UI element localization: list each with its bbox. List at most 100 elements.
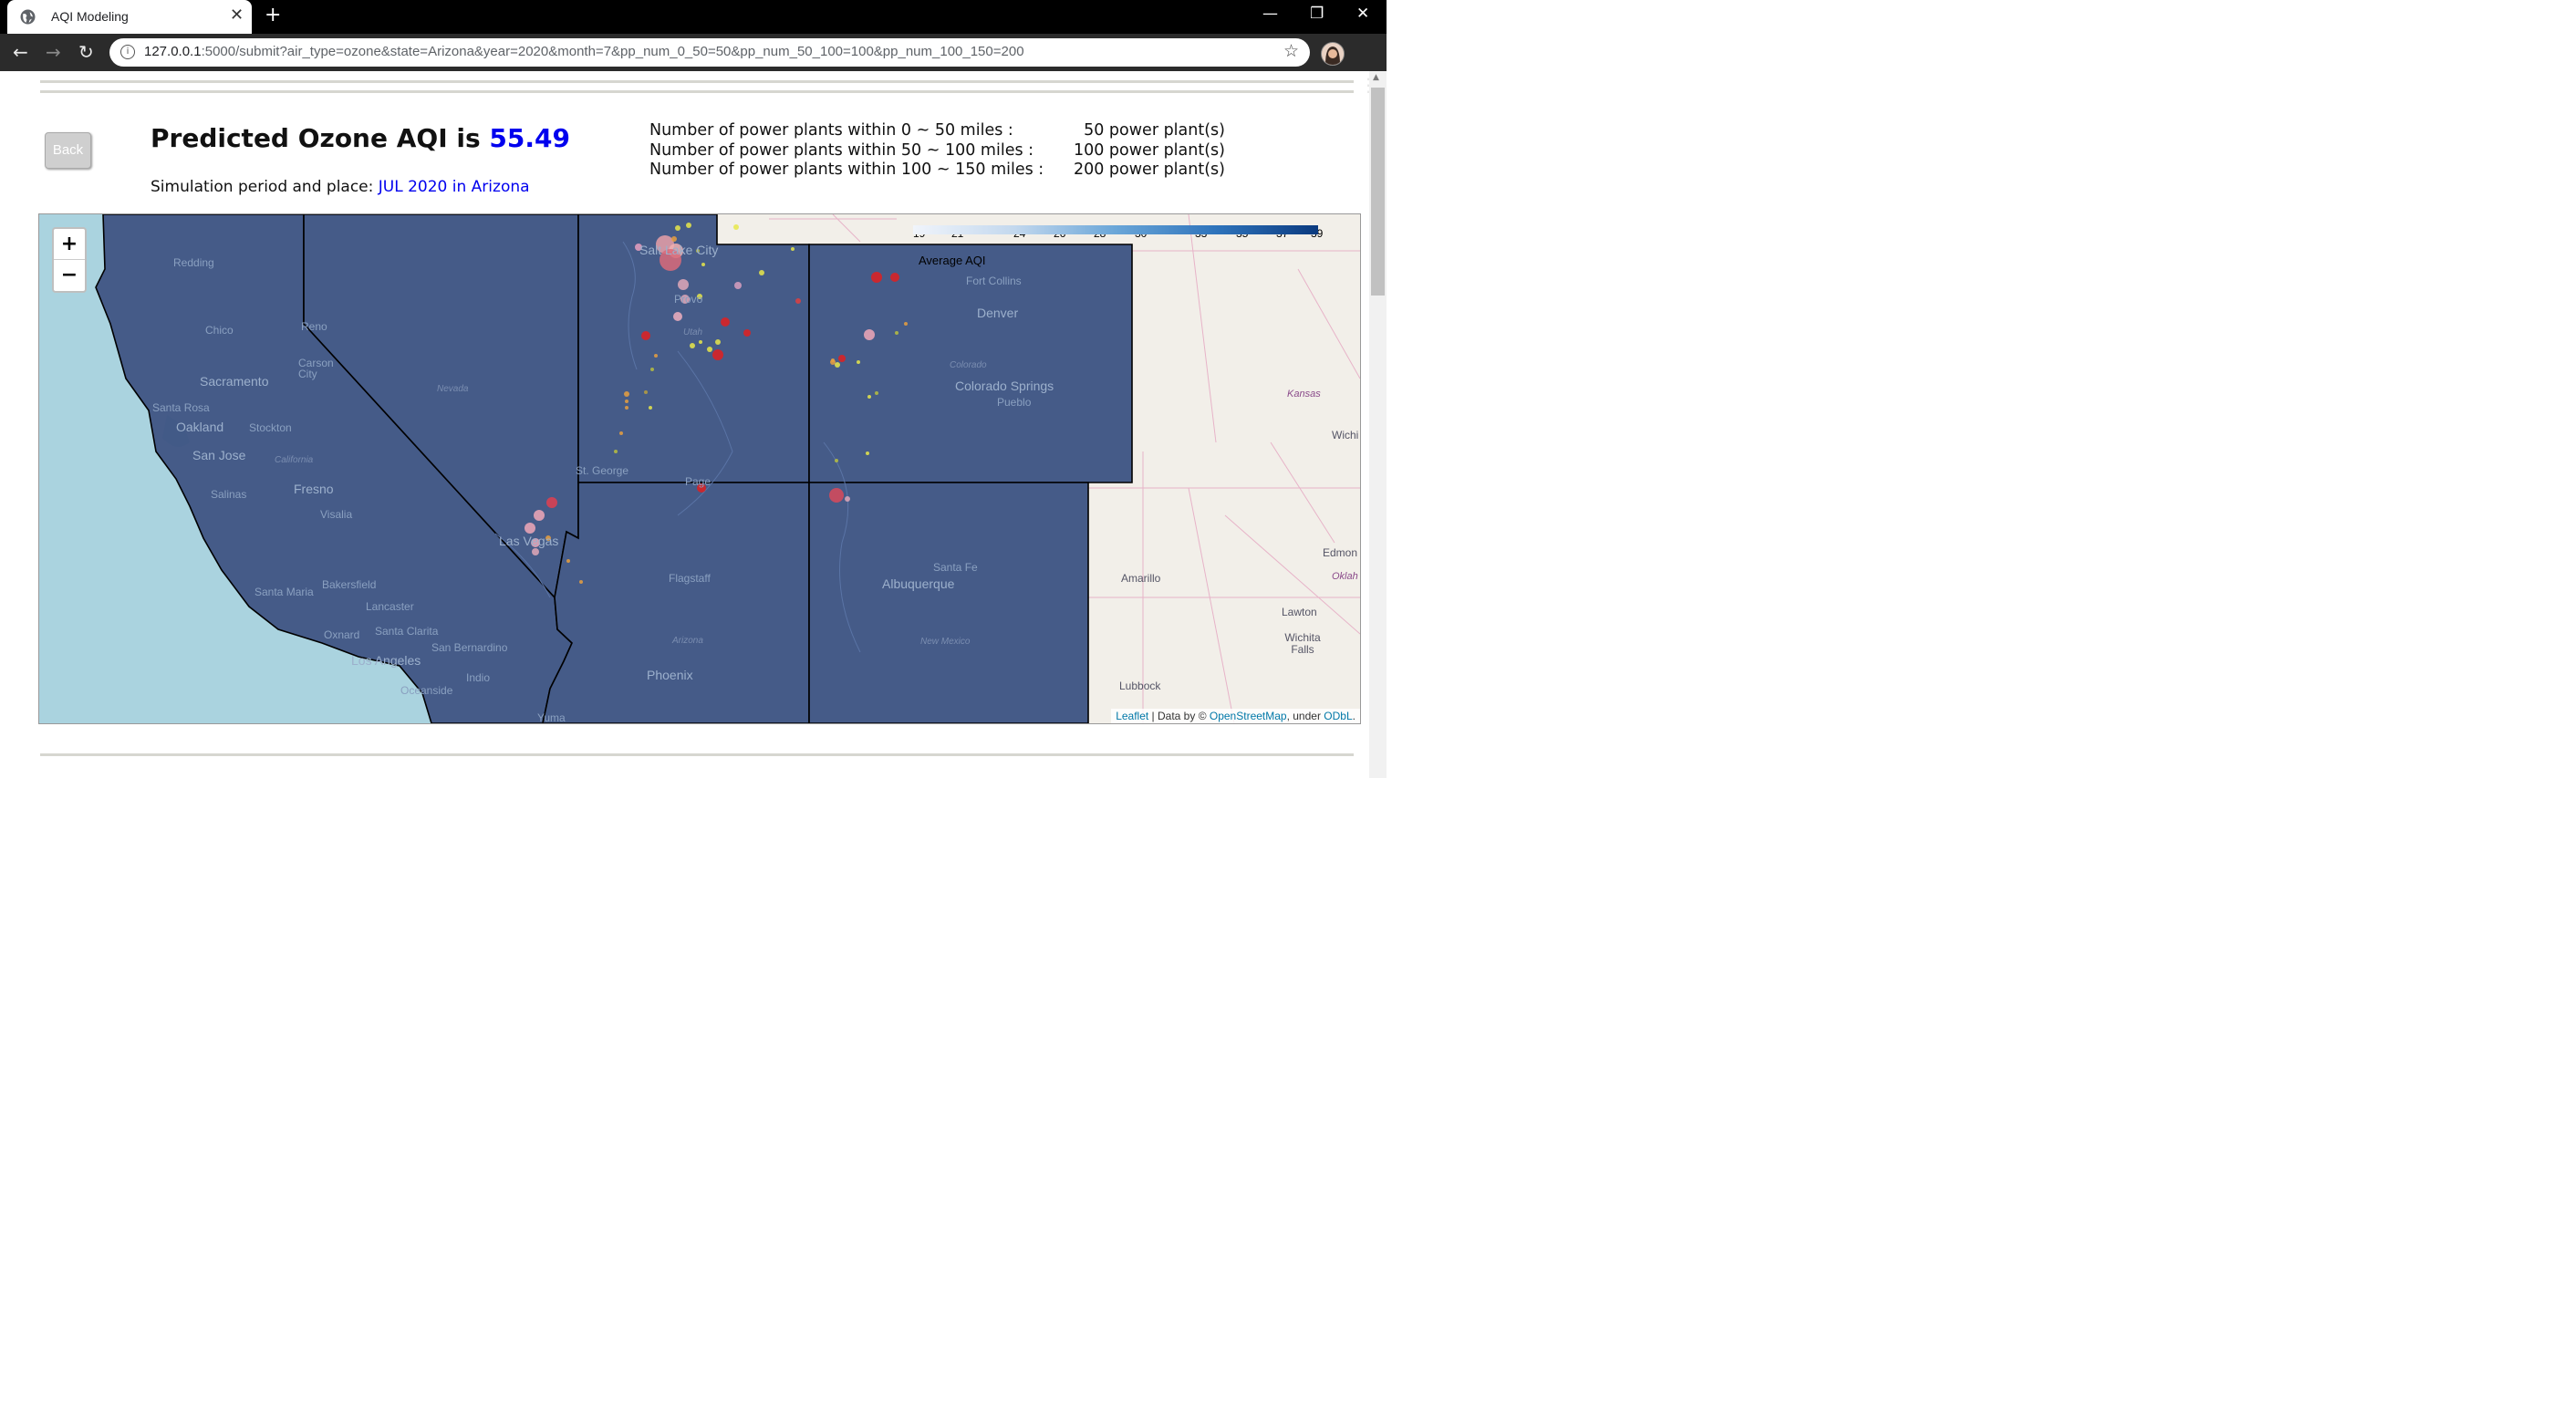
- power-plant-marker[interactable]: [864, 329, 875, 340]
- address-bar[interactable]: i 127.0.0.1:5000/submit?air_type=ozone&s…: [109, 38, 1310, 67]
- url-path: :5000/submit?air_type=ozone&state=Arizon…: [201, 44, 1024, 59]
- power-plant-marker[interactable]: [641, 331, 650, 340]
- restore-button[interactable]: ❐: [1310, 5, 1324, 23]
- city-label: Wichita Falls: [1284, 631, 1321, 656]
- power-plant-marker[interactable]: [871, 272, 882, 283]
- power-plant-marker[interactable]: [875, 391, 878, 395]
- city-label: Los Angeles: [351, 653, 421, 668]
- back-arrow-icon[interactable]: ←: [13, 41, 28, 63]
- forward-arrow-icon[interactable]: →: [46, 41, 61, 63]
- tab-close-icon[interactable]: ✕: [230, 5, 244, 25]
- power-plant-marker[interactable]: [624, 391, 629, 397]
- power-plant-marker[interactable]: [721, 317, 730, 327]
- power-plant-marker[interactable]: [866, 451, 869, 455]
- power-plant-marker[interactable]: [525, 523, 535, 534]
- power-plant-marker[interactable]: [654, 354, 658, 358]
- back-button[interactable]: Back: [45, 132, 91, 169]
- map-canvas[interactable]: [39, 214, 1360, 723]
- power-plant-marker[interactable]: [625, 406, 628, 410]
- power-plant-marker[interactable]: [566, 559, 570, 563]
- power-plant-marker[interactable]: [835, 459, 838, 462]
- url-text[interactable]: 127.0.0.1:5000/submit?air_type=ozone&sta…: [144, 44, 1024, 59]
- power-plant-marker[interactable]: [895, 331, 898, 335]
- power-plant-marker[interactable]: [619, 431, 623, 435]
- city-label: Wichi: [1332, 429, 1359, 441]
- city-label: Provo: [674, 293, 703, 306]
- leaflet-link[interactable]: Leaflet: [1116, 710, 1148, 722]
- power-plant-marker[interactable]: [831, 358, 835, 362]
- zoom-out-button[interactable]: −: [54, 259, 85, 290]
- city-label: Indio: [466, 671, 491, 684]
- power-plant-marker[interactable]: [671, 236, 677, 242]
- power-plant-marker[interactable]: [699, 340, 702, 344]
- power-plant-marker[interactable]: [857, 360, 860, 364]
- power-plant-marker[interactable]: [678, 279, 689, 290]
- power-plant-marker[interactable]: [579, 580, 583, 584]
- power-plant-marker[interactable]: [534, 510, 545, 521]
- state-label: New Mexico: [920, 637, 971, 647]
- browser-tab[interactable]: AQI Modeling ✕: [7, 0, 252, 34]
- power-plant-marker[interactable]: [838, 355, 846, 362]
- aqi-value: 55.49: [489, 123, 570, 153]
- power-plant-marker[interactable]: [835, 362, 840, 368]
- attribution-text: .: [1352, 710, 1356, 722]
- arizona-region: [542, 482, 810, 723]
- minimize-button[interactable]: —: [1262, 5, 1278, 23]
- power-plant-marker[interactable]: [795, 298, 801, 304]
- power-plant-marker[interactable]: [733, 224, 739, 230]
- city-label: Bakersfield: [322, 578, 377, 591]
- scrollbar-thumb[interactable]: [1371, 88, 1385, 296]
- divider: [40, 753, 1354, 756]
- power-plant-marker[interactable]: [675, 225, 680, 231]
- power-plant-marker[interactable]: [625, 400, 628, 403]
- power-plant-marker[interactable]: [829, 488, 844, 503]
- power-plant-marker[interactable]: [644, 390, 648, 394]
- power-plant-marker[interactable]: [904, 322, 908, 326]
- zoom-in-button[interactable]: +: [54, 229, 85, 259]
- reload-icon[interactable]: ↻: [78, 41, 94, 63]
- power-plant-marker[interactable]: [546, 497, 557, 508]
- power-plant-marker[interactable]: [649, 406, 652, 410]
- power-plant-marker[interactable]: [650, 368, 654, 371]
- power-plant-marker[interactable]: [890, 273, 899, 282]
- city-label: Pueblo: [997, 396, 1032, 409]
- city-label: St. George: [576, 464, 629, 477]
- power-plant-marker[interactable]: [867, 395, 871, 399]
- power-plant-marker[interactable]: [707, 347, 712, 352]
- avatar-image: [1322, 43, 1344, 65]
- osm-link[interactable]: OpenStreetMap: [1210, 710, 1287, 722]
- city-label: Salinas: [211, 488, 247, 501]
- city-label: Edmon: [1323, 546, 1358, 559]
- city-label: Oakland: [176, 420, 224, 434]
- city-label: Flagstaff: [669, 572, 711, 585]
- odbl-link[interactable]: ODbL: [1324, 710, 1352, 722]
- profile-avatar[interactable]: [1321, 42, 1345, 66]
- power-plant-marker[interactable]: [701, 263, 705, 266]
- power-plant-marker[interactable]: [686, 223, 691, 228]
- city-label: Salt Lake City: [639, 243, 719, 257]
- power-plant-marker[interactable]: [673, 312, 682, 321]
- power-plant-marker[interactable]: [845, 496, 850, 502]
- new-tab-button[interactable]: +: [265, 4, 281, 26]
- power-plant-marker[interactable]: [532, 548, 539, 555]
- close-window-button[interactable]: ✕: [1356, 5, 1369, 23]
- browser-titlebar: AQI Modeling ✕ + — ❐ ✕: [0, 0, 1387, 34]
- power-plant-marker[interactable]: [614, 450, 618, 453]
- state-label: Nevada: [437, 384, 469, 394]
- aqi-map[interactable]: + − 19 21 24 26 28 30 33 35 37 39 Aver: [38, 213, 1361, 724]
- city-label: Lawton: [1282, 606, 1317, 618]
- city-label: Santa Maria: [254, 586, 314, 598]
- power-plant-marker[interactable]: [759, 270, 764, 275]
- power-plant-marker[interactable]: [734, 282, 742, 289]
- divider: [40, 90, 1354, 93]
- power-plant-marker[interactable]: [791, 247, 795, 251]
- power-plant-marker[interactable]: [743, 329, 751, 337]
- scroll-up-icon[interactable]: ▲: [1373, 73, 1379, 82]
- bookmark-star-icon[interactable]: ☆: [1283, 41, 1299, 61]
- info-icon[interactable]: i: [120, 45, 135, 59]
- power-plant-marker[interactable]: [715, 339, 721, 345]
- power-plant-range-label: Number of power plants within 50 ~ 100 m…: [649, 140, 1034, 160]
- city-label: Carson City: [298, 357, 334, 380]
- power-plant-marker[interactable]: [690, 343, 695, 348]
- power-plant-marker[interactable]: [712, 349, 723, 360]
